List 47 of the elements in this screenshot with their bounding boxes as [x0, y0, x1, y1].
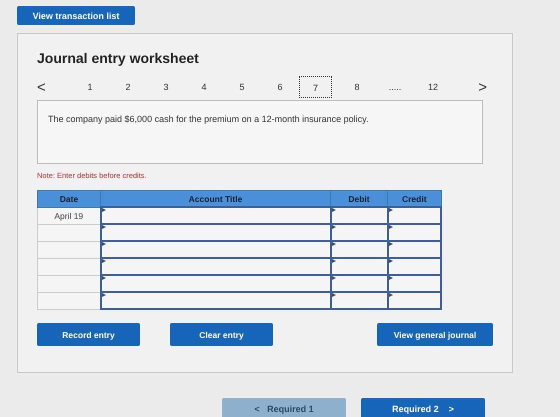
column-header: Debit	[330, 190, 388, 207]
column-header: Credit	[388, 190, 441, 207]
action-button[interactable]: Clear entry	[170, 323, 273, 346]
account-title-input[interactable]	[100, 275, 330, 292]
column-header: Account Title	[100, 190, 330, 207]
debit-input[interactable]	[330, 224, 388, 241]
account-title-input[interactable]	[100, 258, 330, 275]
page-tab[interactable]: 7	[299, 76, 332, 98]
date-cell	[38, 224, 100, 241]
page-tab[interactable]: 4	[185, 76, 223, 98]
page-tab[interactable]: 1	[71, 76, 109, 98]
debit-input[interactable]	[330, 207, 388, 224]
view-transaction-list-button[interactable]: View transaction list	[17, 6, 135, 25]
credit-input[interactable]	[388, 258, 441, 275]
account-title-input[interactable]	[100, 292, 330, 309]
column-header: Date	[38, 190, 100, 207]
page-tab[interactable]: 3	[147, 76, 185, 98]
credit-input[interactable]	[388, 207, 441, 224]
account-title-input[interactable]	[100, 224, 330, 241]
date-cell	[38, 292, 100, 309]
page-tab[interactable]: .....	[376, 76, 414, 98]
worksheet-title: Journal entry worksheet	[37, 50, 200, 66]
page-tab[interactable]: 6	[261, 76, 299, 98]
next-arrow[interactable]: >	[467, 78, 487, 96]
debit-input[interactable]	[330, 241, 388, 258]
action-button[interactable]: Record entry	[37, 323, 140, 346]
date-cell: April 19	[38, 207, 100, 224]
page-tab[interactable]: 5	[223, 76, 261, 98]
debit-input[interactable]	[330, 275, 388, 292]
credit-input[interactable]	[388, 292, 441, 309]
page-tab[interactable]: 2	[109, 76, 147, 98]
date-cell	[38, 258, 100, 275]
account-title-input[interactable]	[100, 207, 330, 224]
credit-input[interactable]	[388, 275, 441, 292]
page-tab[interactable]: 8	[338, 76, 376, 98]
question-text: The company paid $6,000 cash for the premium on a 12-month insurance policy.	[48, 114, 369, 124]
action-button[interactable]: View general journal	[377, 323, 493, 346]
required-button[interactable]: Required 2 >	[361, 398, 485, 417]
credit-input[interactable]	[388, 224, 441, 241]
debit-input[interactable]	[330, 258, 388, 275]
credit-input[interactable]	[388, 241, 441, 258]
account-title-input[interactable]	[100, 241, 330, 258]
debit-input[interactable]	[330, 292, 388, 309]
date-cell	[38, 275, 100, 292]
previous-arrow[interactable]: <	[37, 78, 57, 96]
page-tab[interactable]: 12	[414, 76, 452, 98]
date-cell	[38, 241, 100, 258]
